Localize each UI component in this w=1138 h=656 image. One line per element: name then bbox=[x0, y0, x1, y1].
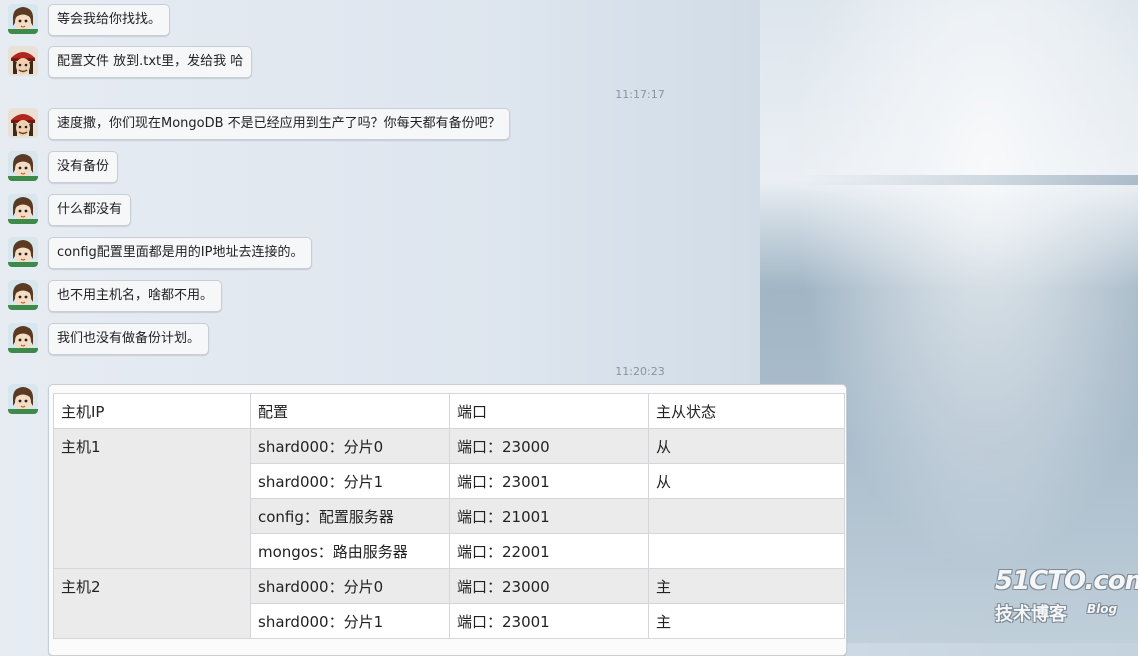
config-cell: mongos：路由服务器 bbox=[250, 533, 450, 569]
girl-avatar-icon[interactable] bbox=[8, 280, 38, 310]
timestamp: 11:20:23 bbox=[615, 365, 665, 378]
host-cell: 主机1 bbox=[53, 428, 251, 569]
table-header-row: 主机IP 配置 端口 主从状态 bbox=[53, 393, 845, 429]
message-bubble: 速度撒，你们现在MongoDB 不是已经应用到生产了吗？你每天都有备份吧？ bbox=[48, 108, 510, 140]
message-bubble: config配置里面都是用的IP地址去连接的。 bbox=[48, 237, 313, 269]
girl-avatar-icon[interactable] bbox=[8, 323, 38, 353]
role-cell: 从 bbox=[648, 463, 845, 499]
config-cell: shard000：分片0 bbox=[250, 568, 450, 604]
port-cell: 端口：21001 bbox=[449, 498, 649, 534]
port-cell: 端口：23000 bbox=[449, 428, 649, 464]
watermark-subtitle: 技术博客 bbox=[995, 604, 1067, 625]
watermark-site: 51CTO.com bbox=[995, 566, 1138, 596]
timestamp: 11:17:17 bbox=[615, 88, 665, 101]
host-cell: 主机2 bbox=[53, 568, 251, 639]
config-cell: shard000：分片1 bbox=[250, 463, 450, 499]
message-bubble: 等会我给你找找。 bbox=[48, 4, 171, 36]
port-cell: 端口：23001 bbox=[449, 603, 649, 639]
pirate-avatar-icon[interactable] bbox=[8, 108, 38, 138]
girl-avatar-icon[interactable] bbox=[8, 194, 38, 224]
watermark-blog: Blog bbox=[1087, 602, 1118, 616]
config-cell: shard000：分片1 bbox=[250, 603, 450, 639]
message-bubble: 配置文件 放到.txt里，发给我 哈 bbox=[48, 46, 253, 78]
message-bubble: 我们也没有做备份计划。 bbox=[48, 323, 210, 355]
role-cell: 主 bbox=[648, 568, 845, 604]
role-cell bbox=[648, 498, 845, 534]
message-bubble: 也不用主机名，啥都不用。 bbox=[48, 280, 223, 312]
girl-avatar-icon[interactable] bbox=[8, 237, 38, 267]
table-row: 主机2 shard000：分片0 端口：23000 主 bbox=[53, 568, 845, 639]
port-cell: 端口：23001 bbox=[449, 463, 649, 499]
table-header-cell: 配置 bbox=[250, 393, 450, 429]
message-bubble: 没有备份 bbox=[48, 151, 119, 183]
table-header-cell: 主机IP bbox=[53, 393, 251, 429]
watermark-logo: 51CTO.com 技术博客 Blog bbox=[995, 566, 1138, 625]
table-header-cell: 主从状态 bbox=[648, 393, 845, 429]
table-row: 主机1 shard000：分片0 端口：23000 从 bbox=[53, 428, 845, 569]
port-cell: 端口：23000 bbox=[449, 568, 649, 604]
pirate-avatar-icon[interactable] bbox=[8, 46, 38, 76]
config-cell: config：配置服务器 bbox=[250, 498, 450, 534]
table-header-cell: 端口 bbox=[449, 393, 649, 429]
message-bubble: 什么都没有 bbox=[48, 194, 132, 226]
server-config-table: 主机IP 配置 端口 主从状态 主机1 shard000：分片0 端口：2300… bbox=[53, 393, 845, 639]
role-cell: 从 bbox=[648, 428, 845, 464]
port-cell: 端口：22001 bbox=[449, 533, 649, 569]
config-cell: shard000：分片0 bbox=[250, 428, 450, 464]
girl-avatar-icon[interactable] bbox=[8, 384, 38, 414]
background-horizon bbox=[800, 175, 1138, 185]
table-message-bubble: 主机IP 配置 端口 主从状态 主机1 shard000：分片0 端口：2300… bbox=[48, 384, 847, 656]
role-cell: 主 bbox=[648, 603, 845, 639]
girl-avatar-icon[interactable] bbox=[8, 4, 38, 34]
girl-avatar-icon[interactable] bbox=[8, 151, 38, 181]
role-cell bbox=[648, 533, 845, 569]
